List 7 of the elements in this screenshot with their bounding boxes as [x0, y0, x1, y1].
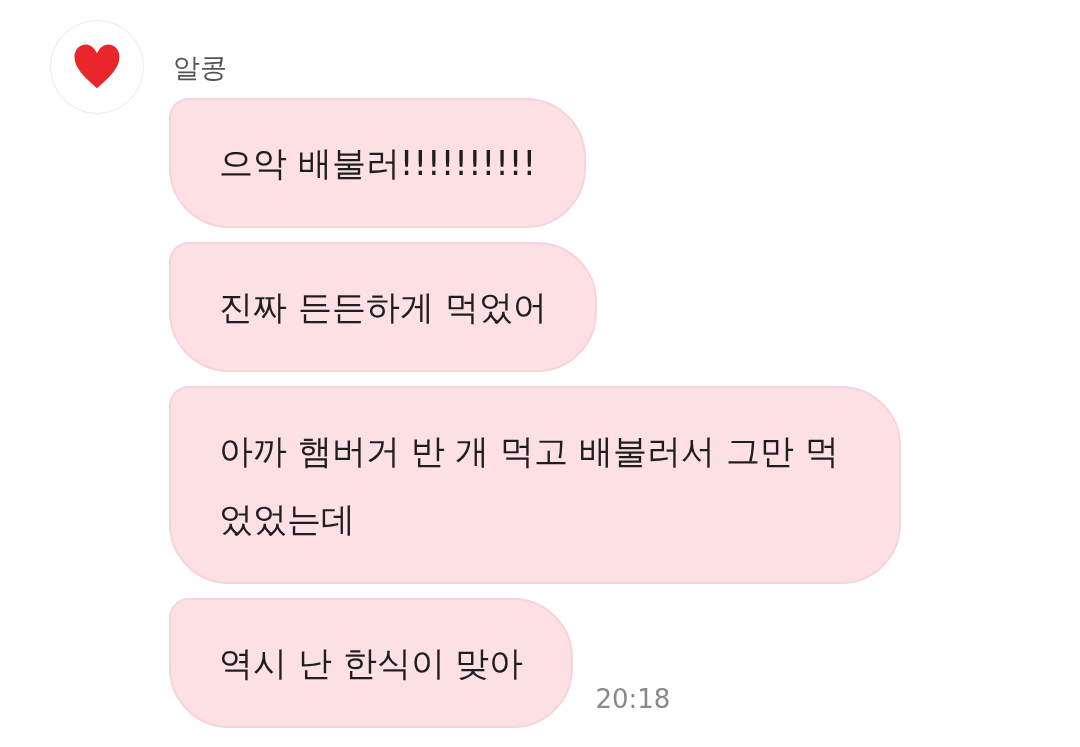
message-bubble: 진짜 든든하게 먹었어 — [169, 242, 597, 372]
message-bubble: 역시 난 한식이 맞아 — [169, 598, 574, 728]
sender-name: 알콩 — [173, 51, 227, 85]
message-bubble: 아까 햄버거 반 개 먹고 배불러서 그만 먹었었는데 — [169, 386, 901, 584]
timestamp: 20:18 — [595, 684, 671, 714]
heart-icon — [72, 43, 122, 91]
message-bubble: 으악 배불러!!!!!!!!!! — [169, 98, 587, 228]
